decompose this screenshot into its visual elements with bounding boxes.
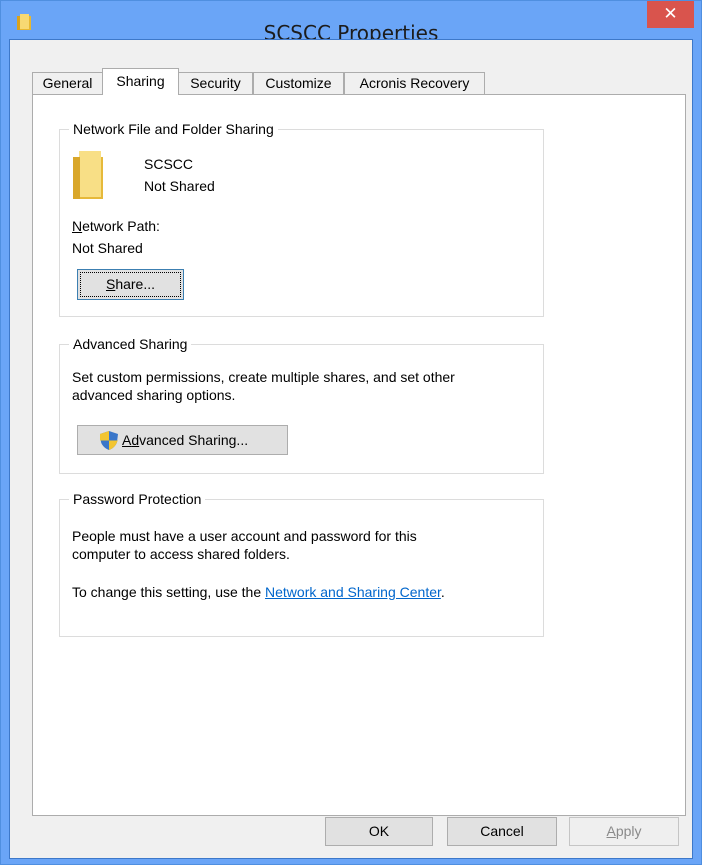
title-bar[interactable]: SCSCC Properties ✕ <box>1 1 701 45</box>
password-protection-description-line1: People must have a user account and pass… <box>72 528 417 544</box>
network-path-value: Not Shared <box>72 240 143 256</box>
apply-button[interactable]: Apply <box>569 817 679 846</box>
tab-security[interactable]: Security <box>178 72 253 94</box>
advanced-sharing-legend: Advanced Sharing <box>69 335 192 353</box>
properties-window: SCSCC Properties ✕ General Sharing Secur… <box>0 0 702 865</box>
dialog-client: General Sharing Security Customize Acron… <box>9 39 693 859</box>
ok-button[interactable]: OK <box>325 817 433 846</box>
tab-sharing[interactable]: Sharing <box>102 68 179 95</box>
advanced-sharing-button[interactable]: Advanced Sharing... <box>77 425 288 455</box>
tab-general[interactable]: General <box>32 72 103 94</box>
network-sharing-group: Network File and Folder Sharing SCSCC No… <box>59 120 544 317</box>
password-protection-group: Password Protection People must have a u… <box>59 490 544 637</box>
advanced-sharing-description-line2: advanced sharing options. <box>72 387 236 403</box>
network-sharing-center-link[interactable]: Network and Sharing Center <box>265 584 441 600</box>
network-path-label: Network Path: <box>72 218 160 234</box>
advanced-sharing-group: Advanced Sharing Set custom permissions,… <box>59 335 544 474</box>
close-icon: ✕ <box>663 4 678 23</box>
share-button[interactable]: Share... <box>77 269 184 300</box>
close-button[interactable]: ✕ <box>647 1 694 28</box>
password-protection-legend: Password Protection <box>69 490 206 508</box>
folder-icon <box>73 151 103 199</box>
uac-shield-icon <box>100 431 118 450</box>
advanced-sharing-description-line1: Set custom permissions, create multiple … <box>72 369 455 385</box>
folder-name: SCSCC <box>144 156 194 172</box>
network-sharing-legend: Network File and Folder Sharing <box>69 120 278 138</box>
password-protection-description-line2: computer to access shared folders. <box>72 546 290 562</box>
folder-share-status: Not Shared <box>144 178 215 194</box>
tab-acronis-recovery[interactable]: Acronis Recovery <box>344 72 485 94</box>
tab-customize[interactable]: Customize <box>253 72 344 94</box>
change-setting-text: To change this setting, use the Network … <box>72 584 445 600</box>
cancel-button[interactable]: Cancel <box>447 817 557 846</box>
focus-rectangle <box>80 272 181 297</box>
sharing-tab-page: Network File and Folder Sharing SCSCC No… <box>32 94 686 816</box>
